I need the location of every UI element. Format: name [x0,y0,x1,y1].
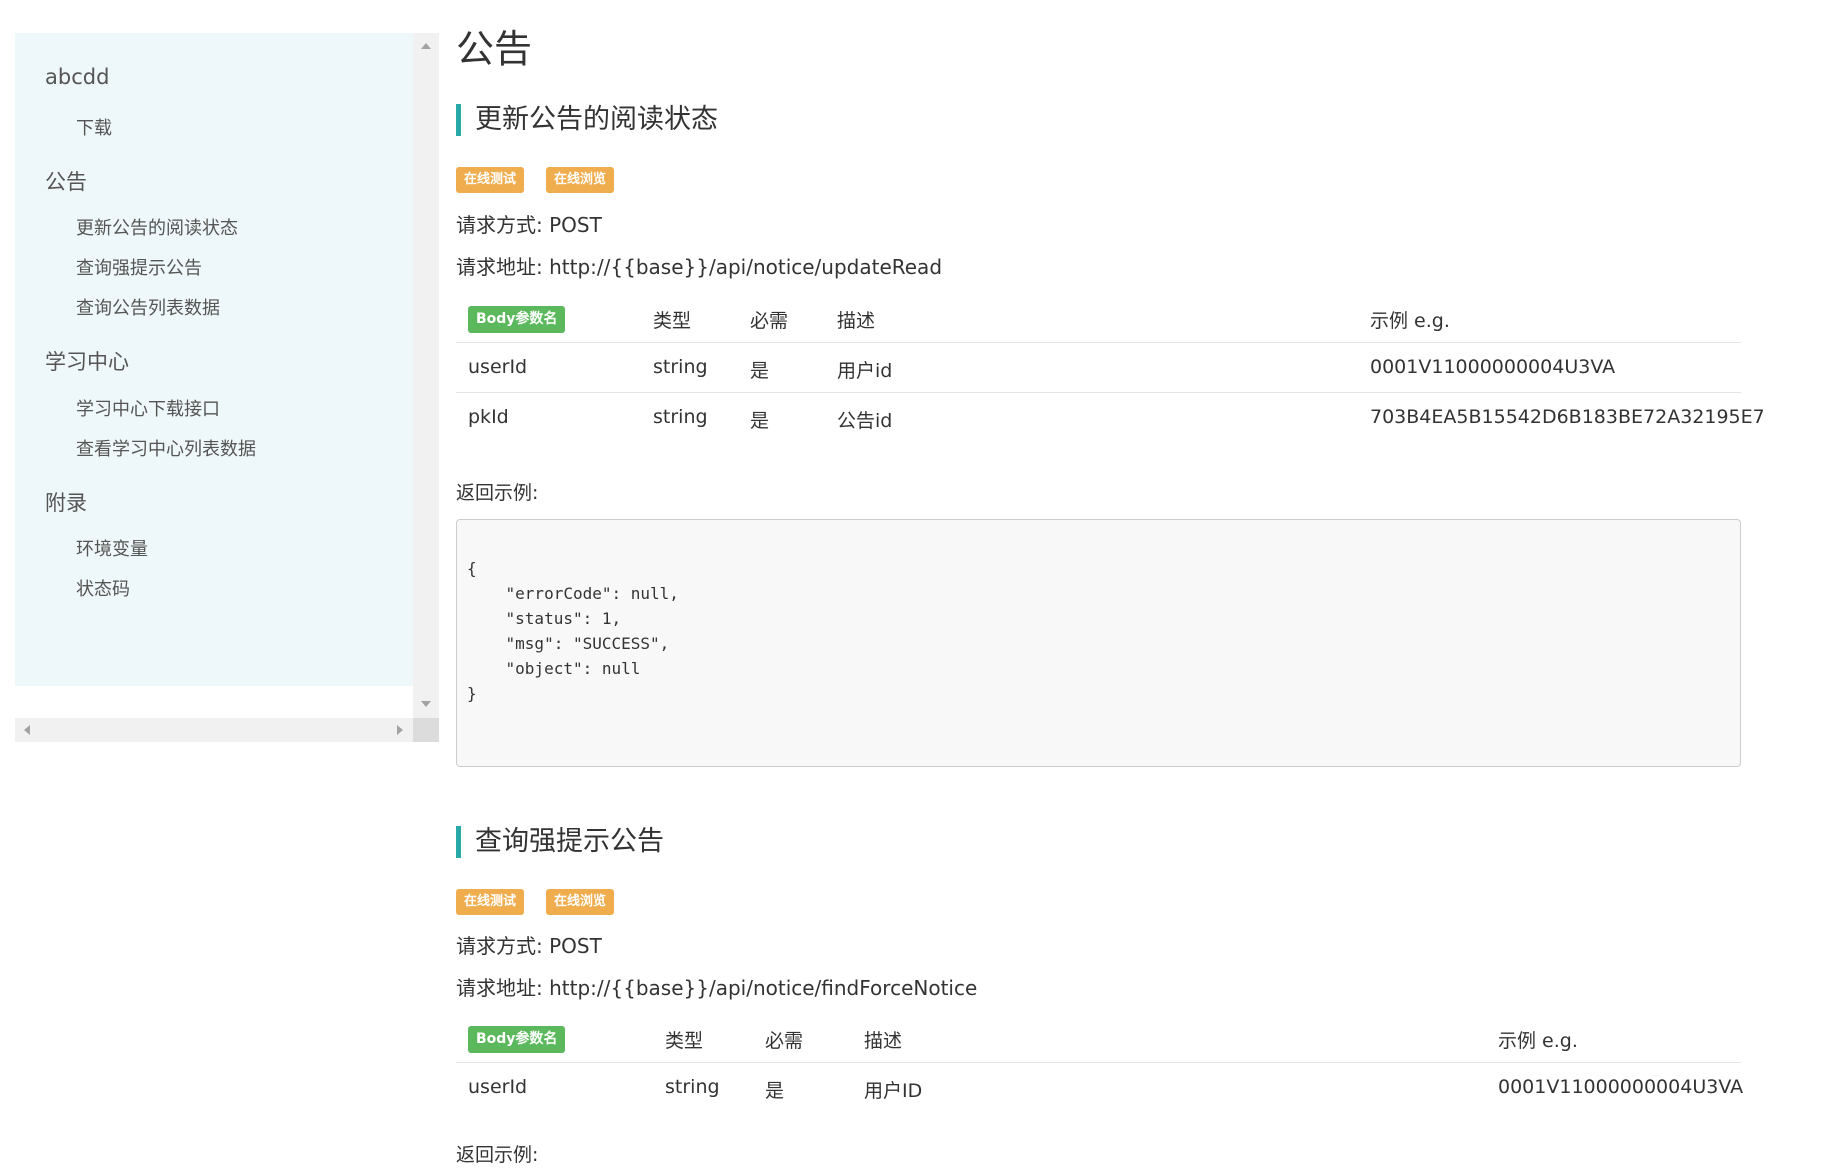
param-required: 是 [750,410,770,432]
table-divider [456,1062,1741,1063]
request-url-value: http://{{base}}/api/notice/findForceNoti… [549,976,978,1000]
request-url-label: 请求地址: [456,255,543,279]
header-type: 类型 [665,1030,704,1052]
page-title: 公告 [456,27,533,71]
nav-group-abcdd[interactable]: abcdd [45,65,109,89]
request-method: 请求方式: POST [456,209,602,238]
nav-item-update-read[interactable]: 更新公告的阅读状态 [76,214,238,240]
request-method-value: POST [549,934,602,958]
param-type: string [653,356,708,378]
table-divider [456,342,1741,343]
header-example: 示例 e.g. [1498,1030,1578,1052]
header-param-name: Body参数名 [468,306,566,333]
return-example-label: 返回示例: [456,482,539,504]
nav-item-status-codes[interactable]: 状态码 [76,575,130,601]
scroll-left-icon[interactable] [24,725,30,735]
param-name: userId [468,1076,528,1098]
param-example: 0001V11000000004U3VA [1370,356,1616,378]
request-method: 请求方式: POST [456,930,602,959]
request-url: 请求地址: http://{{base}}/api/notice/findFor… [456,972,977,1001]
param-name: userId [468,356,528,378]
online-browse-button[interactable]: 在线浏览 [546,889,615,915]
nav-item-learning-download[interactable]: 学习中心下载接口 [76,395,220,421]
nav-group-appendix[interactable]: 附录 [45,487,87,517]
scrollbar-corner [413,718,439,742]
online-browse-button[interactable]: 在线浏览 [546,167,615,193]
section-title-update-read: 更新公告的阅读状态 [456,104,718,136]
request-url-value: http://{{base}}/api/notice/updateRead [549,255,943,279]
param-desc: 公告id [837,410,893,432]
body-param-badge: Body参数名 [468,306,566,333]
nav-item-force-notice[interactable]: 查询强提示公告 [76,254,202,280]
nav-item-env-vars[interactable]: 环境变量 [76,535,148,561]
nav-group-notice[interactable]: 公告 [45,166,87,196]
nav-item-notice-list[interactable]: 查询公告列表数据 [76,294,220,320]
param-required: 是 [750,360,770,382]
request-method-label: 请求方式: [456,213,543,237]
vertical-scrollbar[interactable] [413,33,439,718]
request-url: 请求地址: http://{{base}}/api/notice/updateR… [456,251,942,280]
section-title-force-notice: 查询强提示公告 [456,826,664,858]
nav-item-learning-list[interactable]: 查看学习中心列表数据 [76,435,256,461]
response-code: { "errorCode": null, "status": 1, "msg":… [467,559,679,703]
request-method-label: 请求方式: [456,934,543,958]
online-test-button[interactable]: 在线测试 [456,889,525,915]
param-example: 0001V11000000004U3VA [1498,1076,1744,1098]
request-url-label: 请求地址: [456,976,543,1000]
param-desc: 用户ID [864,1080,923,1102]
response-code-block: { "errorCode": null, "status": 1, "msg":… [456,519,1741,767]
param-example: 703B4EA5B15542D6B183BE72A32195E7 [1370,406,1765,428]
header-param-name: Body参数名 [468,1026,566,1053]
param-desc: 用户id [837,360,893,382]
horizontal-scrollbar[interactable] [15,718,439,742]
param-name: pkId [468,406,509,428]
header-required: 必需 [765,1030,804,1052]
scroll-down-icon[interactable] [421,701,431,707]
return-example-label: 返回示例: [456,1144,539,1166]
table-divider [456,392,1741,393]
online-test-button[interactable]: 在线测试 [456,167,525,193]
header-type: 类型 [653,310,692,332]
header-required: 必需 [750,310,789,332]
sidebar-container: abcdd 下载 公告 更新公告的阅读状态 查询强提示公告 查询公告列表数据 学… [15,33,439,742]
header-desc: 描述 [837,310,876,332]
sidebar-nav: abcdd 下载 公告 更新公告的阅读状态 查询强提示公告 查询公告列表数据 学… [15,33,413,686]
nav-group-learning[interactable]: 学习中心 [45,346,129,376]
param-required: 是 [765,1080,785,1102]
param-type: string [653,406,708,428]
request-method-value: POST [549,213,602,237]
body-param-badge: Body参数名 [468,1026,566,1053]
param-type: string [665,1076,720,1098]
header-desc: 描述 [864,1030,903,1052]
nav-item-download[interactable]: 下载 [76,114,112,140]
scroll-up-icon[interactable] [421,43,431,49]
header-example: 示例 e.g. [1370,310,1450,332]
scroll-right-icon[interactable] [397,725,403,735]
